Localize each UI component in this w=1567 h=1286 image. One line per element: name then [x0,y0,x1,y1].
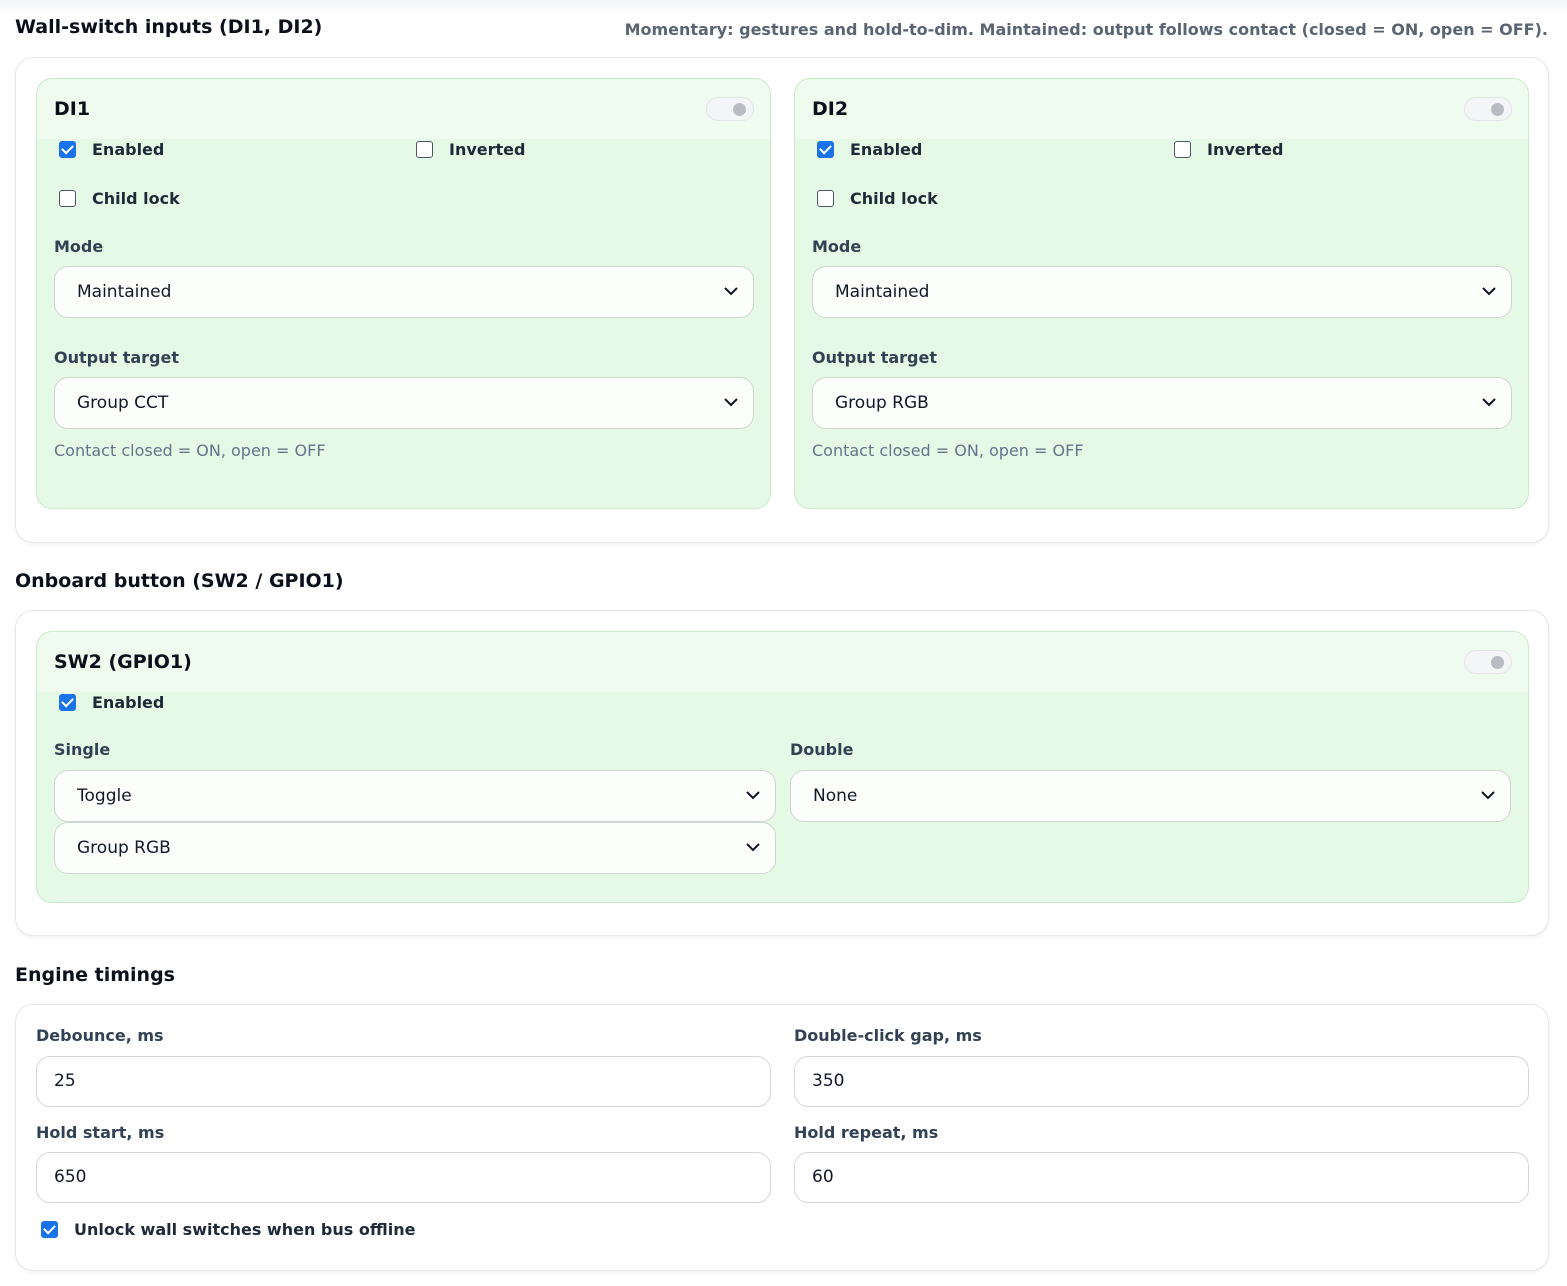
checkbox-checked-icon[interactable] [817,141,834,158]
di2-panel: DI2 Enabled Inverted Child lock Mode Mai… [794,78,1529,509]
single-target-select[interactable]: Group RGB [54,822,776,874]
sw2-panel-header [37,632,1528,692]
wall-switch-section-title: Wall-switch inputs (DI1, DI2) [15,16,323,38]
single-action-select[interactable]: Toggle [54,770,776,822]
di1-panel-header [37,79,770,139]
checkbox-checked-icon[interactable] [59,694,76,711]
hold-start-input[interactable]: 650 [36,1152,771,1203]
unlock-offline-label: Unlock wall switches when bus offline [74,1220,416,1239]
chevron-down-icon [724,287,738,296]
unlock-offline-checkbox[interactable]: Unlock wall switches when bus offline [41,1220,415,1239]
wall-switch-card: DI1 Enabled Inverted Child lock Mode Mai… [15,57,1549,543]
double-click-gap-input[interactable]: 350 [794,1056,1529,1107]
di1-mode-select[interactable]: Maintained [54,266,754,318]
di1-panel: DI1 Enabled Inverted Child lock Mode Mai… [36,78,771,509]
checkbox-unchecked-icon[interactable] [817,190,834,207]
di2-helper-text: Contact closed = ON, open = OFF [812,441,1084,460]
wall-switch-hint: Momentary: gestures and hold-to-dim. Mai… [624,20,1548,39]
di1-target-select[interactable]: Group CCT [54,377,754,429]
di1-mode-label: Mode [54,237,104,256]
onboard-card: SW2 (GPIO1) Enabled Single Toggle Group … [15,610,1549,936]
di1-title: DI1 [54,98,91,120]
single-target-value: Group RGB [77,838,171,858]
debounce-input[interactable]: 25 [36,1056,771,1107]
sw2-enabled-checkbox[interactable]: Enabled [59,693,164,712]
chevron-down-icon [1482,287,1496,296]
double-action-select[interactable]: None [790,770,1511,822]
di2-child-lock-checkbox[interactable]: Child lock [817,189,938,208]
di2-inverted-label: Inverted [1207,140,1284,159]
sw2-panel: SW2 (GPIO1) Enabled Single Toggle Group … [36,631,1529,903]
di1-toggle[interactable] [706,97,754,121]
chevron-down-icon [746,791,760,800]
single-action-value: Toggle [77,786,132,806]
di1-enabled-label: Enabled [92,140,165,159]
hold-repeat-input[interactable]: 60 [794,1152,1529,1203]
di2-child-lock-label: Child lock [850,189,938,208]
di1-child-lock-checkbox[interactable]: Child lock [59,189,180,208]
di2-target-select[interactable]: Group RGB [812,377,1512,429]
checkbox-checked-icon[interactable] [59,141,76,158]
di2-target-label: Output target [812,348,937,367]
di2-enabled-label: Enabled [850,140,923,159]
di2-panel-header [795,79,1528,139]
toggle-knob [1491,656,1504,669]
di1-helper-text: Contact closed = ON, open = OFF [54,441,326,460]
engine-section-title: Engine timings [15,964,175,986]
di2-target-value: Group RGB [835,393,929,413]
di1-inverted-checkbox[interactable]: Inverted [416,140,525,159]
di1-child-lock-label: Child lock [92,189,180,208]
di2-mode-select[interactable]: Maintained [812,266,1512,318]
sw2-enabled-label: Enabled [92,693,165,712]
chevron-down-icon [746,843,760,852]
chevron-down-icon [724,398,738,407]
engine-card: Debounce, ms 25 Double-click gap, ms 350… [15,1004,1549,1271]
double-click-gap-label: Double-click gap, ms [794,1026,982,1045]
toggle-knob [733,103,746,116]
di1-inverted-label: Inverted [449,140,526,159]
checkbox-unchecked-icon[interactable] [416,141,433,158]
di2-enabled-checkbox[interactable]: Enabled [817,140,922,159]
checkbox-unchecked-icon[interactable] [1174,141,1191,158]
debounce-label: Debounce, ms [36,1026,164,1045]
top-shadow [0,0,1567,14]
sw2-title: SW2 (GPIO1) [54,651,192,673]
di1-target-value: Group CCT [77,393,169,413]
di2-title: DI2 [812,98,849,120]
chevron-down-icon [1481,791,1495,800]
onboard-section-title: Onboard button (SW2 / GPIO1) [15,570,344,592]
di1-mode-value: Maintained [77,282,172,302]
checkbox-checked-icon[interactable] [41,1221,58,1238]
toggle-knob [1491,103,1504,116]
checkbox-unchecked-icon[interactable] [59,190,76,207]
hold-repeat-label: Hold repeat, ms [794,1123,939,1142]
double-action-value: None [813,786,858,806]
di2-mode-value: Maintained [835,282,930,302]
single-label: Single [54,740,111,759]
di2-toggle[interactable] [1464,97,1512,121]
di1-enabled-checkbox[interactable]: Enabled [59,140,164,159]
double-label: Double [790,740,854,759]
di1-target-label: Output target [54,348,179,367]
chevron-down-icon [1482,398,1496,407]
di2-mode-label: Mode [812,237,862,256]
di2-inverted-checkbox[interactable]: Inverted [1174,140,1283,159]
hold-start-label: Hold start, ms [36,1123,165,1142]
sw2-toggle[interactable] [1464,650,1512,674]
